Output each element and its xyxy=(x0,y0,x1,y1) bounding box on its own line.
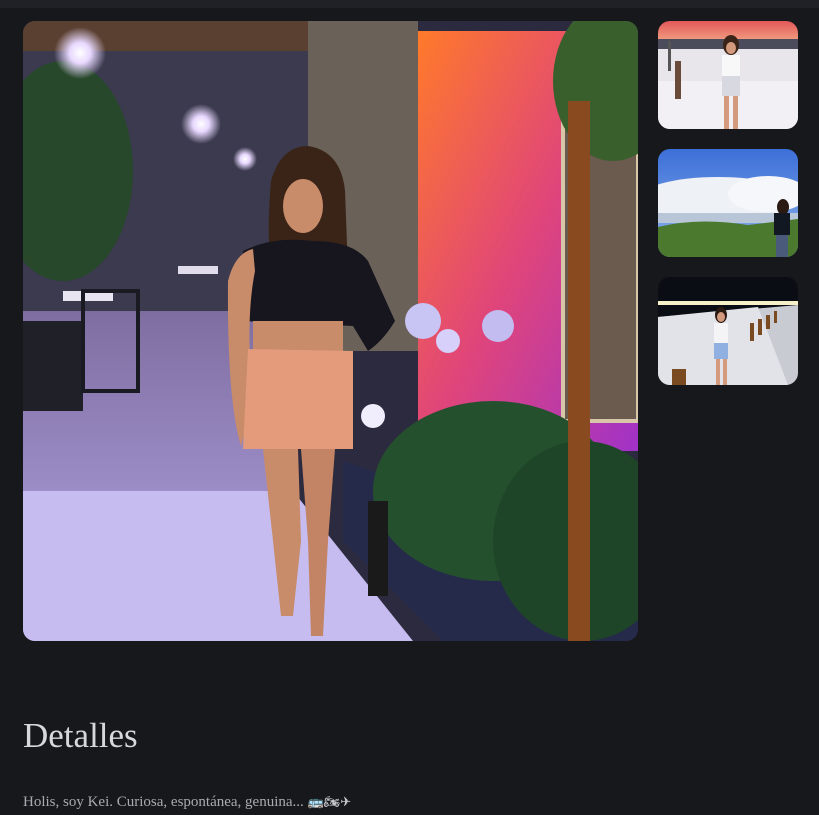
thumbnail-mountain-clouds[interactable] xyxy=(658,149,798,257)
thumbnail-promenade-night[interactable] xyxy=(658,277,798,385)
bio-text-content: Holis, soy Kei. Curiosa, espontánea, gen… xyxy=(23,794,304,810)
top-bar xyxy=(0,0,819,8)
bio-text: Holis, soy Kei. Curiosa, espontánea, gen… xyxy=(23,794,351,811)
details-heading: Detalles xyxy=(23,716,138,755)
thumbnail-beach-sunset[interactable] xyxy=(658,21,798,129)
bio-emojis: 🚌🏍✈ xyxy=(307,795,352,810)
main-photo[interactable] xyxy=(23,21,638,641)
